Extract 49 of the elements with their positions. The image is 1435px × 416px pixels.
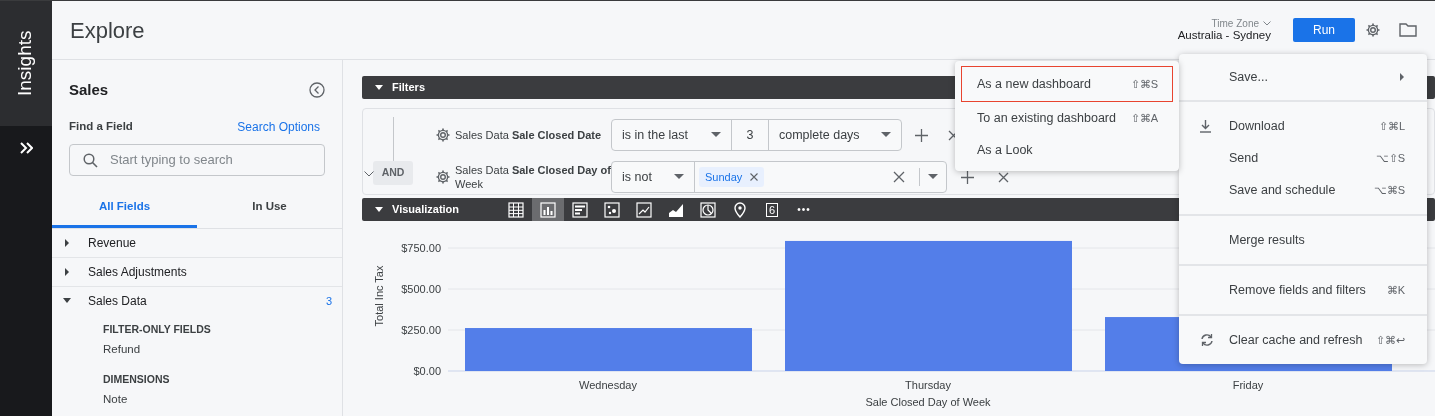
view-row[interactable]: Sales Adjustments <box>52 257 342 287</box>
panel-title: Sales <box>69 80 109 100</box>
category-label: Wednesday <box>579 379 637 391</box>
y-axis-title: Total Inc Tax <box>373 265 385 327</box>
menu-item[interactable]: Download ⇧⌘L <box>1179 110 1427 142</box>
menu-item[interactable]: Clear cache and refresh ⇧⌘↩ <box>1179 324 1427 356</box>
filter-field-label: Sales Data Sale Closed Date <box>455 128 603 142</box>
group-heading: DIMENSIONS <box>103 371 171 387</box>
logic-badge[interactable]: AND <box>373 161 413 185</box>
timezone-label: Time Zone <box>1211 17 1259 29</box>
tab[interactable]: In Use <box>197 191 342 228</box>
menu-item[interactable]: To an existing dashboard ⇧⌘A <box>961 102 1173 134</box>
section-title: Visualization <box>392 202 460 218</box>
menu-item[interactable]: As a new dashboard ⇧⌘S <box>961 66 1173 102</box>
field-label: Find a Field <box>69 118 133 134</box>
filter-field-label: Sales Data Sale Closed Day of Week <box>455 163 611 191</box>
app-title: Insights <box>13 30 37 97</box>
search-options-link[interactable]: Search Options <box>237 117 320 136</box>
menu-item[interactable]: As a Look <box>961 134 1173 166</box>
category-label: Friday <box>1232 379 1264 391</box>
menu-item[interactable]: Save and schedule ⌥⌘S <box>1179 174 1427 206</box>
category-label: Thursday <box>905 379 951 391</box>
axis-tick-label: $750.00 <box>401 242 441 254</box>
view-label: Sales Data <box>88 293 147 311</box>
search-field[interactable]: Start typing to search <box>69 143 325 176</box>
view-label: Sales Adjustments <box>88 263 187 281</box>
field-item[interactable]: Refund <box>103 340 342 358</box>
menu-item[interactable]: Merge results <box>1179 224 1427 256</box>
axis-tick-label: $500.00 <box>401 283 441 295</box>
view-row[interactable]: Revenue <box>52 228 342 258</box>
field-item[interactable]: Note <box>103 390 342 408</box>
field-count: 3 <box>325 294 332 309</box>
axis-tick-label: $0.00 <box>413 365 441 377</box>
menu-item[interactable]: Send ⌥⇧S <box>1179 142 1427 174</box>
tab[interactable]: All Fields <box>52 191 197 228</box>
timezone-picker[interactable]: Time Zone Australia - Sydney <box>1177 17 1271 43</box>
run-button[interactable]: Run <box>1293 18 1355 42</box>
section-header[interactable]: Visualization <box>374 201 500 218</box>
timezone-value: Australia - Sydney <box>1177 28 1271 43</box>
x-axis-title: Sale Closed Day of Week <box>865 396 991 408</box>
view-label: Revenue <box>88 234 137 252</box>
more-button[interactable]: ••• <box>788 198 820 221</box>
single-value-button[interactable]: 6 <box>756 198 788 221</box>
menu-item[interactable]: Remove fields and filters ⌘K <box>1179 274 1427 306</box>
view-row[interactable]: Sales Data 3 <box>52 286 342 316</box>
group-heading: FILTER-ONLY FIELDS <box>103 321 212 337</box>
axis-tick-label: $250.00 <box>401 324 441 336</box>
section-title: Filters <box>392 80 425 96</box>
page-title: Explore <box>70 16 145 45</box>
